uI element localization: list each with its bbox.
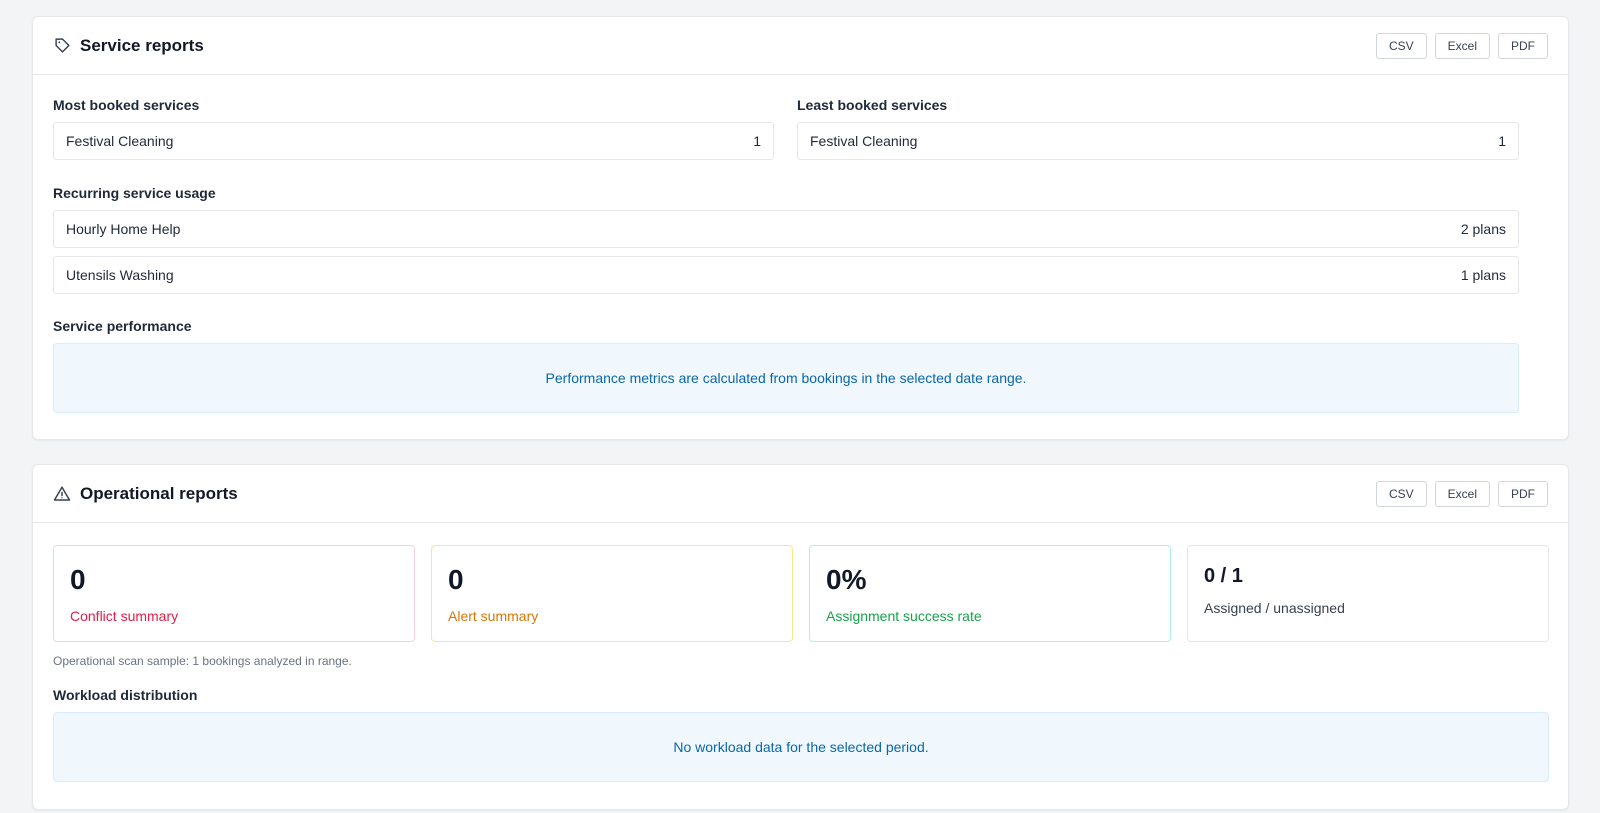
service-export-csv-button[interactable]: CSV — [1375, 33, 1427, 59]
recurring-row: Utensils Washing 1 plans — [53, 256, 1519, 294]
workload-message: No workload data for the selected period… — [673, 739, 929, 755]
service-performance-label: Service performance — [53, 318, 192, 334]
recurring-usage-label: Recurring service usage — [53, 185, 216, 201]
assigned-unassigned-value: 0 / 1 — [1204, 565, 1243, 587]
warning-triangle-icon — [53, 485, 71, 503]
service-export-excel-button[interactable]: Excel — [1434, 33, 1490, 59]
recurring-service-name: Utensils Washing — [66, 267, 174, 283]
alert-summary-card: 0 Alert summary — [431, 545, 793, 642]
recurring-service-name: Hourly Home Help — [66, 221, 181, 237]
conflict-summary-card: 0 Conflict summary — [53, 545, 415, 642]
alert-summary-value: 0 — [448, 564, 464, 595]
conflict-summary-label: Conflict summary — [70, 608, 179, 624]
ops-export-csv-button[interactable]: CSV — [1375, 481, 1427, 507]
conflict-summary-value: 0 — [70, 564, 86, 595]
assigned-unassigned-label: Assigned / unassigned — [1204, 600, 1345, 616]
assignment-success-label: Assignment success rate — [826, 608, 982, 624]
least-booked-label: Least booked services — [797, 97, 948, 113]
workload-info: No workload data for the selected period… — [53, 712, 1549, 782]
most-booked-row: Festival Cleaning 1 — [53, 122, 774, 160]
recurring-service-plans: 2 plans — [1460, 221, 1506, 237]
assignment-success-value: 0% — [826, 564, 867, 595]
operational-scan-note: Operational scan sample: 1 bookings anal… — [53, 654, 352, 668]
operational-reports-card: Operational reports CSV Excel PDF 0 Conf… — [32, 464, 1569, 810]
recurring-service-plans: 1 plans — [1460, 267, 1506, 283]
least-booked-service-count: 1 — [1498, 133, 1506, 149]
most-booked-service-name: Festival Cleaning — [66, 133, 174, 149]
service-reports-card: Service reports CSV Excel PDF Most booke… — [32, 16, 1569, 440]
service-export-pdf-button[interactable]: PDF — [1498, 33, 1548, 59]
service-reports-header: Service reports CSV Excel PDF — [33, 17, 1568, 75]
ops-export-excel-button[interactable]: Excel — [1434, 481, 1490, 507]
service-performance-message: Performance metrics are calculated from … — [545, 370, 1027, 386]
service-performance-info: Performance metrics are calculated from … — [53, 343, 1519, 413]
recurring-row: Hourly Home Help 2 plans — [53, 210, 1519, 248]
assigned-unassigned-card: 0 / 1 Assigned / unassigned — [1187, 545, 1549, 642]
most-booked-service-count: 1 — [753, 133, 761, 149]
ops-export-pdf-button[interactable]: PDF — [1498, 481, 1548, 507]
alert-summary-label: Alert summary — [448, 608, 539, 624]
operational-reports-title: Operational reports — [80, 483, 238, 503]
ops-export-group: CSV Excel PDF — [1375, 481, 1548, 507]
service-reports-title: Service reports — [80, 35, 204, 55]
tag-icon — [53, 37, 71, 55]
least-booked-service-name: Festival Cleaning — [810, 133, 918, 149]
assignment-success-card: 0% Assignment success rate — [809, 545, 1171, 642]
most-booked-label: Most booked services — [53, 97, 200, 113]
operational-reports-header: Operational reports CSV Excel PDF — [33, 465, 1568, 523]
service-export-group: CSV Excel PDF — [1375, 33, 1548, 59]
least-booked-row: Festival Cleaning 1 — [797, 122, 1519, 160]
workload-distribution-label: Workload distribution — [53, 687, 198, 703]
